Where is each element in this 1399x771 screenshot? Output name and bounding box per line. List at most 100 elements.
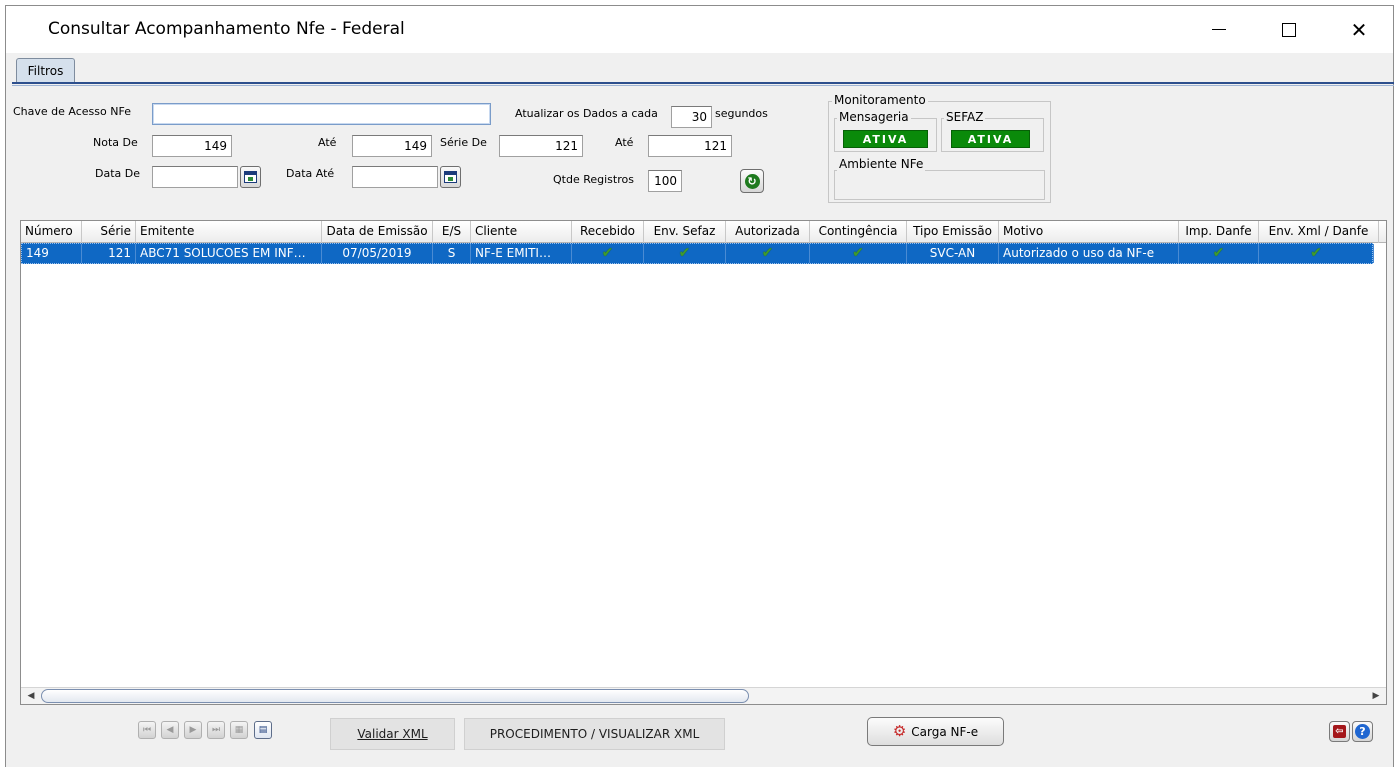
close-icon: ✕ — [1350, 17, 1368, 42]
nota-ate-input[interactable]: 149 — [352, 135, 432, 157]
exit-button[interactable]: ⇦ — [1329, 721, 1350, 742]
atualizar-input[interactable]: 30 — [671, 106, 712, 128]
close-button[interactable]: ✕ — [1324, 6, 1394, 53]
col-data-emissao[interactable]: Data de Emissão — [322, 221, 433, 243]
table-row[interactable]: 149 121 ABC71 SOLUCOES EM INF… 07/05/201… — [21, 243, 1374, 264]
tab-divider — [12, 82, 1394, 84]
refresh-button[interactable]: ↻ — [740, 169, 764, 193]
validar-xml-label: Validar XML — [357, 727, 428, 741]
col-serie[interactable]: Série — [82, 221, 136, 243]
calendar-icon — [244, 171, 257, 183]
nota-de-input[interactable]: 149 — [152, 135, 232, 157]
help-icon: ? — [1355, 724, 1370, 739]
nav-first-button[interactable]: ⏮ — [138, 721, 156, 739]
scroll-left-icon[interactable]: ◀ — [24, 690, 38, 702]
carga-nfe-button[interactable]: ⚙ Carga NF-e — [867, 717, 1004, 746]
main-window: Consultar Acompanhamento Nfe - Federal ✕… — [5, 5, 1394, 767]
grid-view-button[interactable]: ▦ — [230, 721, 248, 739]
data-ate-input[interactable] — [352, 166, 438, 188]
ambiente-label: Ambiente NFe — [837, 157, 926, 171]
col-imp-danfe[interactable]: Imp. Danfe — [1179, 221, 1259, 243]
atualizar-label: Atualizar os Dados a cada — [515, 107, 658, 120]
ambiente-group — [834, 170, 1045, 200]
qtde-registros-input[interactable]: 100 — [648, 170, 682, 192]
monitoramento-title: Monitoramento — [832, 93, 928, 107]
exit-icon: ⇦ — [1333, 725, 1346, 738]
check-icon: ✔ — [761, 245, 774, 261]
col-es[interactable]: E/S — [433, 221, 471, 243]
col-env-sefaz[interactable]: Env. Sefaz — [644, 221, 726, 243]
refresh-icon: ↻ — [744, 173, 760, 189]
window-content: Filtros Chave de Acesso NFe Nota De 149 … — [6, 53, 1394, 767]
calendar-icon — [444, 171, 457, 183]
tab-filtros[interactable]: Filtros — [16, 58, 75, 83]
cell-emitente: ABC71 SOLUCOES EM INF… — [136, 244, 322, 263]
nav-next-button[interactable]: ▶ — [184, 721, 202, 739]
horizontal-scrollbar[interactable]: ◀ ▶ — [21, 687, 1386, 704]
data-de-input[interactable] — [152, 166, 238, 188]
cell-env-sefaz: ✔ — [644, 244, 726, 263]
cell-env-xml-danfe: ✔ — [1259, 244, 1374, 263]
cell-data-emissao: 07/05/2019 — [322, 244, 433, 263]
nota-de-label: Nota De — [93, 136, 138, 149]
maximize-button[interactable] — [1254, 6, 1324, 53]
check-icon: ✔ — [1310, 245, 1322, 261]
col-autorizada[interactable]: Autorizada — [726, 221, 810, 243]
nfe-grid[interactable]: Número Série Emitente Data de Emissão E/… — [20, 220, 1387, 705]
window-title: Consultar Acompanhamento Nfe - Federal — [48, 19, 405, 39]
data-ate-label: Data Até — [286, 167, 335, 180]
cell-cliente: NF-E EMITI… — [471, 244, 572, 263]
serie-ate-label: Até — [615, 136, 634, 149]
col-emitente[interactable]: Emitente — [136, 221, 322, 243]
qtde-label: Qtde Registros — [553, 173, 634, 186]
mensageria-status-badge: ATIVA — [843, 130, 928, 148]
cell-imp-danfe: ✔ — [1179, 244, 1259, 263]
maximize-icon — [1282, 22, 1296, 37]
cell-autorizada: ✔ — [726, 244, 810, 263]
serie-de-label: Série De — [440, 136, 487, 149]
help-button[interactable]: ? — [1352, 721, 1373, 742]
check-icon: ✔ — [852, 245, 864, 261]
title-bar: Consultar Acompanhamento Nfe - Federal ✕ — [6, 6, 1393, 53]
col-contingencia[interactable]: Contingência — [810, 221, 907, 243]
sefaz-status-badge: ATIVA — [951, 130, 1030, 148]
cell-tipo-emissao: SVC-AN — [907, 244, 999, 263]
carga-nfe-label: Carga NF-e — [911, 724, 979, 739]
col-motivo[interactable]: Motivo — [999, 221, 1179, 243]
mensageria-label: Mensageria — [837, 110, 911, 124]
cell-recebido: ✔ — [572, 244, 644, 263]
data-ate-calendar-button[interactable] — [440, 166, 461, 188]
validar-xml-button[interactable]: Validar XML — [330, 718, 455, 750]
col-recebido[interactable]: Recebido — [572, 221, 644, 243]
col-numero[interactable]: Número — [21, 221, 82, 243]
serie-de-input[interactable]: 121 — [499, 135, 583, 157]
minimize-button[interactable] — [1184, 6, 1254, 53]
cell-serie: 121 — [82, 244, 136, 263]
col-tipo-emissao[interactable]: Tipo Emissão — [907, 221, 999, 243]
chave-label: Chave de Acesso NFe — [13, 105, 131, 118]
cell-es: S — [433, 244, 471, 263]
scrollbar-thumb[interactable] — [41, 689, 749, 703]
procedimento-visualizar-xml-button[interactable]: PROCEDIMENTO / VISUALIZAR XML — [464, 718, 725, 750]
segundos-label: segundos — [715, 107, 768, 120]
col-env-xml-danfe[interactable]: Env. Xml / Danfe — [1259, 221, 1379, 243]
cell-numero: 149 — [22, 244, 82, 263]
cell-motivo: Autorizado o uso da NF-e — [999, 244, 1179, 263]
nav-last-button[interactable]: ⏭ — [207, 721, 225, 739]
export-button[interactable]: ▤ — [254, 721, 272, 739]
scroll-right-icon[interactable]: ▶ — [1369, 690, 1383, 702]
table-icon: ▦ — [234, 725, 244, 735]
procedimento-label: PROCEDIMENTO / VISUALIZAR XML — [489, 727, 700, 741]
check-icon: ✔ — [1212, 245, 1225, 261]
serie-ate-input[interactable]: 121 — [648, 135, 732, 157]
col-cliente[interactable]: Cliente — [471, 221, 572, 243]
data-de-calendar-button[interactable] — [240, 166, 261, 188]
tab-divider-light — [12, 85, 1394, 86]
cell-contingencia: ✔ — [810, 244, 907, 263]
gears-icon: ⚙ — [892, 722, 907, 740]
nav-prev-button[interactable]: ◀ — [161, 721, 179, 739]
grid-header: Número Série Emitente Data de Emissão E/… — [21, 221, 1386, 243]
check-icon: ✔ — [678, 245, 691, 261]
sefaz-label: SEFAZ — [944, 110, 986, 124]
chave-acesso-input[interactable] — [152, 103, 491, 125]
